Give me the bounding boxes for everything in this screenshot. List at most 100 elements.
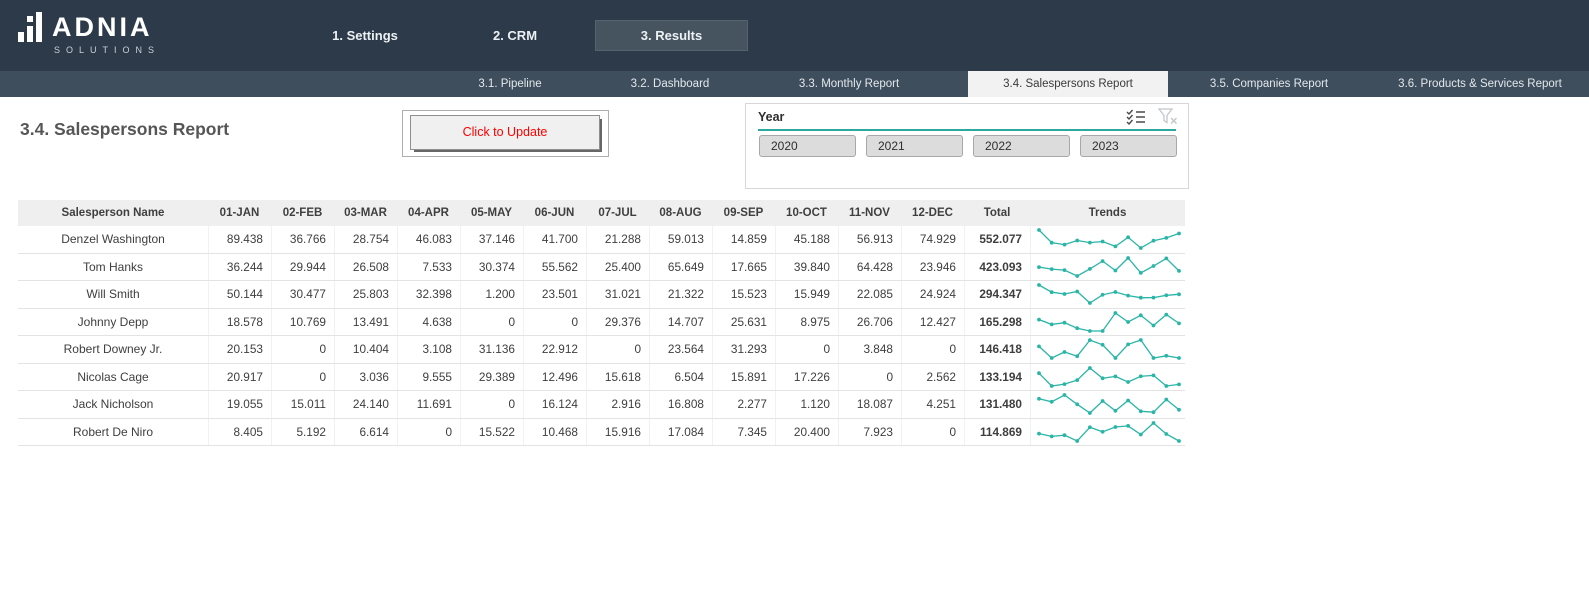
month-value: 22.912 [523,336,586,363]
update-button[interactable]: Click to Update [410,115,600,150]
month-value: 12.427 [901,309,964,336]
month-value: 89.438 [208,226,271,253]
month-value: 6.504 [649,364,712,391]
month-value: 46.083 [397,226,460,253]
month-value: 30.374 [460,254,523,281]
month-value: 10.468 [523,419,586,446]
trend-sparkline [1034,309,1184,335]
month-value: 25.400 [586,254,649,281]
trend-cell [1030,254,1185,281]
total-value: 133.194 [964,364,1030,391]
trend-cell [1030,309,1185,336]
trend-sparkline [1034,281,1184,307]
month-value: 23.564 [649,336,712,363]
slicer-option-2020[interactable]: 2020 [759,135,856,157]
column-header-month: 11-NOV [838,200,901,226]
month-value: 15.522 [460,419,523,446]
month-value: 19.055 [208,391,271,418]
total-value: 146.418 [964,336,1030,363]
month-value: 65.649 [649,254,712,281]
update-button-frame: Click to Update [402,110,609,157]
month-value: 3.848 [838,336,901,363]
table-header-row: Salesperson Name 01-JAN 02-FEB 03-MAR 04… [18,200,1185,226]
month-value: 0 [901,336,964,363]
trend-sparkline [1034,391,1184,417]
month-value: 25.803 [334,281,397,308]
total-value: 131.480 [964,391,1030,418]
trend-cell [1030,391,1185,418]
trend-sparkline [1034,419,1184,445]
month-value: 39.840 [775,254,838,281]
trend-cell [1030,364,1185,391]
month-value: 20.400 [775,419,838,446]
tab-dashboard[interactable]: 3.2. Dashboard [592,71,748,97]
month-value: 21.322 [649,281,712,308]
month-value: 1.120 [775,391,838,418]
month-value: 15.891 [712,364,775,391]
month-value: 17.084 [649,419,712,446]
month-value: 41.700 [523,226,586,253]
tab-monthly-report[interactable]: 3.3. Monthly Report [758,71,940,97]
month-value: 29.944 [271,254,334,281]
clear-filter-icon[interactable] [1158,108,1178,125]
topnav-item-settings[interactable]: 1. Settings [300,0,430,71]
month-value: 20.153 [208,336,271,363]
topnav-item-results[interactable]: 3. Results [595,20,748,51]
trend-cell [1030,226,1185,253]
month-value: 13.491 [334,309,397,336]
salespersons-table: Salesperson Name 01-JAN 02-FEB 03-MAR 04… [18,200,1185,446]
month-value: 59.013 [649,226,712,253]
topnav-item-crm[interactable]: 2. CRM [455,0,575,71]
month-value: 3.036 [334,364,397,391]
month-value: 18.087 [838,391,901,418]
month-value: 14.859 [712,226,775,253]
column-header-month: 06-JUN [523,200,586,226]
month-value: 20.917 [208,364,271,391]
tab-companies-report[interactable]: 3.5. Companies Report [1178,71,1360,97]
column-header-month: 10-OCT [775,200,838,226]
month-value: 0 [271,364,334,391]
salesperson-name: Robert De Niro [18,419,208,446]
month-value: 3.108 [397,336,460,363]
tab-pipeline[interactable]: 3.1. Pipeline [430,71,590,97]
table-row: Will Smith 50.144 30.477 25.803 32.398 1… [18,281,1185,309]
column-header-total: Total [964,200,1030,226]
month-value: 1.200 [460,281,523,308]
slicer-option-2022[interactable]: 2022 [973,135,1070,157]
tab-products-services-report[interactable]: 3.6. Products & Services Report [1372,71,1588,97]
trend-cell [1030,336,1185,363]
month-value: 2.277 [712,391,775,418]
column-header-month: 04-APR [397,200,460,226]
month-value: 32.398 [397,281,460,308]
month-value: 5.192 [271,419,334,446]
month-value: 56.913 [838,226,901,253]
column-header-trends: Trends [1030,200,1185,226]
month-value: 17.665 [712,254,775,281]
month-value: 4.251 [901,391,964,418]
brand-name: ADNIA [52,12,160,42]
month-value: 0 [586,336,649,363]
tab-salespersons-report[interactable]: 3.4. Salespersons Report [968,71,1168,97]
report-table-body: Denzel Washington 89.438 36.766 28.754 4… [18,226,1185,446]
table-row: Nicolas Cage 20.917 0 3.036 9.555 29.389… [18,364,1185,392]
month-value: 15.618 [586,364,649,391]
month-value: 18.578 [208,309,271,336]
month-value: 31.021 [586,281,649,308]
month-value: 7.533 [397,254,460,281]
brand-subtitle: SOLUTIONS [52,45,160,55]
month-value: 2.916 [586,391,649,418]
column-header-month: 12-DEC [901,200,964,226]
trend-sparkline [1034,336,1184,362]
table-row: Tom Hanks 36.244 29.944 26.508 7.533 30.… [18,254,1185,282]
report-tabs-bar: 3.1. Pipeline 3.2. Dashboard 3.3. Monthl… [0,71,1589,97]
slicer-accent-underline [758,129,1176,131]
slicer-option-2021[interactable]: 2021 [866,135,963,157]
month-value: 12.496 [523,364,586,391]
month-value: 74.929 [901,226,964,253]
month-value: 55.562 [523,254,586,281]
slicer-option-2023[interactable]: 2023 [1080,135,1177,157]
month-value: 0 [838,364,901,391]
multi-select-icon[interactable] [1126,109,1146,125]
column-header-month: 07-JUL [586,200,649,226]
salesperson-name: Johnny Depp [18,309,208,336]
